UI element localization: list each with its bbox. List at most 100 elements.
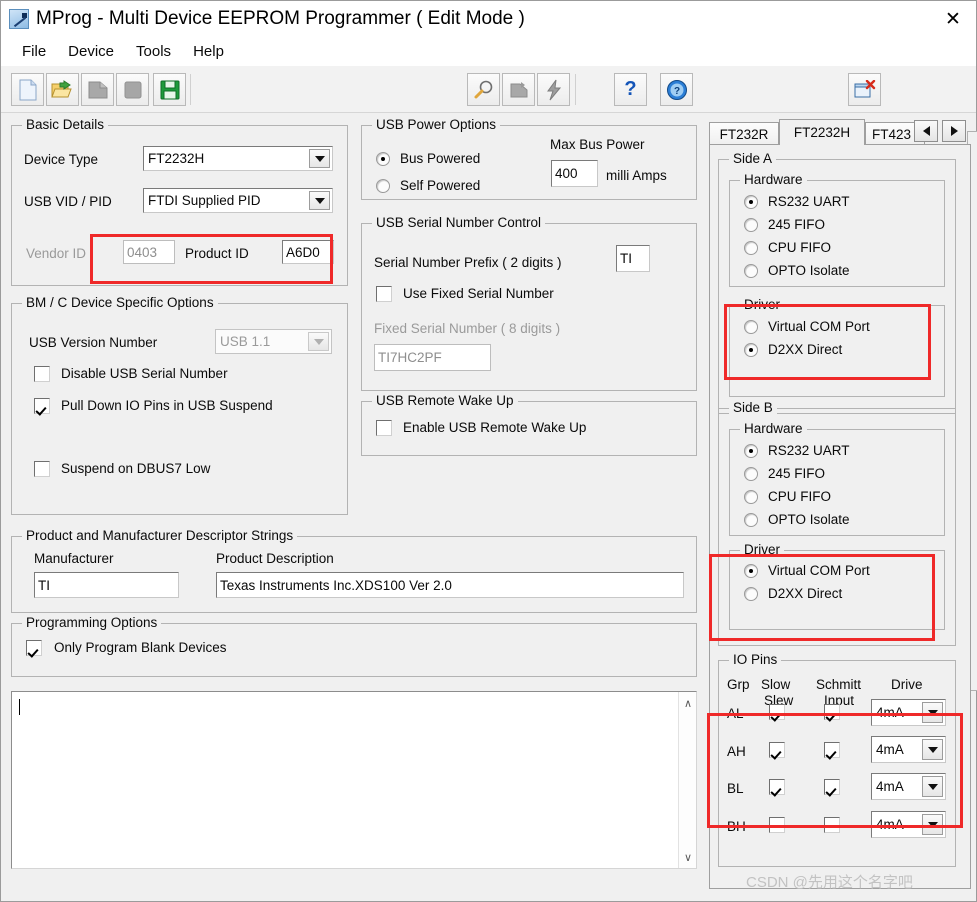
self-powered-radio[interactable] — [376, 179, 390, 193]
descriptor-strings-group: Product and Manufacturer Descriptor Stri… — [11, 528, 697, 613]
bus-powered-radio[interactable] — [376, 152, 390, 166]
save-disk-icon[interactable] — [153, 73, 186, 106]
vendor-id-label: Vendor ID — [26, 246, 87, 261]
tab-scroll-right-button[interactable] — [942, 120, 966, 142]
side-a-group: Side A Hardware RS232 UART 245 FIFO CPU … — [718, 151, 956, 414]
io-pins-row-al-schmitt-checkbox[interactable] — [824, 704, 840, 720]
tab-scroll-left-button[interactable] — [914, 120, 938, 142]
side-a-hw-rs232-radio[interactable] — [744, 195, 758, 209]
product-id-field[interactable]: A6D0 — [282, 240, 334, 264]
programming-options-group: Programming Options Only Program Blank D… — [11, 615, 697, 677]
fixed-serial-field[interactable]: TI7HC2PF — [374, 344, 491, 371]
save-as-glyph — [82, 74, 113, 105]
io-pins-row-bh-slow-slew-checkbox[interactable] — [769, 817, 785, 833]
chevron-down-icon[interactable] — [922, 776, 943, 797]
log-output-textarea[interactable]: ∧ ∨ — [11, 691, 697, 869]
help-question-icon[interactable]: ? — [614, 73, 647, 106]
io-pins-row-bl-drive-combo[interactable]: 4mA — [871, 773, 946, 800]
basic-details-title: Basic Details — [22, 117, 109, 132]
menu-item-device[interactable]: Device — [57, 41, 125, 62]
enable-remote-wakeup-checkbox[interactable] — [376, 420, 392, 436]
pull-down-io-checkbox[interactable] — [34, 398, 50, 414]
io-pins-row-ah-schmitt-checkbox[interactable] — [824, 742, 840, 758]
io-pins-row-ah-slow-slew-checkbox[interactable] — [769, 742, 785, 758]
io-pins-row-ah-drive-combo[interactable]: 4mA — [871, 736, 946, 763]
device-type-combo[interactable]: FT2232H — [143, 146, 333, 171]
side-a-hw-245fifo-radio[interactable] — [744, 218, 758, 232]
stop-icon[interactable] — [116, 73, 149, 106]
chevron-down-icon[interactable] — [309, 149, 330, 168]
io-pins-title: IO Pins — [729, 652, 782, 667]
menu-item-help[interactable]: Help — [182, 41, 235, 62]
chevron-down-icon[interactable] — [922, 702, 943, 723]
side-b-driver-vcp-radio[interactable] — [744, 564, 758, 578]
product-description-field[interactable]: Texas Instruments Inc.XDS100 Ver 2.0 — [216, 572, 684, 598]
menu-item-file[interactable]: File — [11, 41, 57, 62]
max-bus-power-field[interactable]: 400 — [551, 160, 598, 187]
enable-remote-wakeup-label: Enable USB Remote Wake Up — [403, 420, 587, 435]
io-pins-row-al-slow-slew-checkbox[interactable] — [769, 704, 785, 720]
tab-ft2232h[interactable]: FT2232H — [779, 119, 865, 145]
use-fixed-serial-checkbox[interactable] — [376, 286, 392, 302]
side-a-driver-vcp-radio[interactable] — [744, 320, 758, 334]
close-icon[interactable]: ✕ — [930, 1, 976, 37]
scroll-down-icon[interactable]: ∨ — [679, 848, 697, 866]
vendor-id-field[interactable]: 0403 — [123, 240, 175, 264]
product-id-label: Product ID — [185, 246, 249, 261]
side-b-driver-d2xx-radio[interactable] — [744, 587, 758, 601]
side-a-hardware-group: Hardware RS232 UART 245 FIFO CPU FIFO OP… — [729, 172, 945, 287]
tab-ft232r[interactable]: FT232R — [709, 122, 779, 145]
max-bus-power-label: Max Bus Power — [550, 137, 645, 152]
chevron-down-icon[interactable] — [922, 814, 943, 835]
manufacturer-field[interactable]: TI — [34, 572, 179, 598]
erase-glyph — [503, 74, 534, 105]
side-a-hw-cpufifo-radio[interactable] — [744, 241, 758, 255]
serial-prefix-field[interactable]: TI — [616, 245, 650, 272]
usb-vid-pid-value: FTDI Supplied PID — [148, 193, 261, 208]
io-pins-header-slow-slew-line1: Slow — [761, 677, 791, 692]
usb-version-combo[interactable]: USB 1.1 — [215, 329, 332, 354]
io-pins-row-al-drive-combo[interactable]: 4mA — [871, 699, 946, 726]
side-b-hw-245fifo-radio[interactable] — [744, 467, 758, 481]
side-b-hw-rs232-radio[interactable] — [744, 444, 758, 458]
about-info-icon[interactable]: ? — [660, 73, 693, 106]
menu-item-tools[interactable]: Tools — [125, 41, 182, 62]
product-description-value: Texas Instruments Inc.XDS100 Ver 2.0 — [220, 577, 452, 593]
disable-usb-serial-checkbox[interactable] — [34, 366, 50, 382]
side-a-hw-rs232-label: RS232 UART — [768, 194, 850, 209]
save-as-icon[interactable] — [81, 73, 114, 106]
side-b-hw-rs232-label: RS232 UART — [768, 443, 850, 458]
usb-version-value: USB 1.1 — [220, 334, 271, 349]
io-pins-row-bl-slow-slew-checkbox[interactable] — [769, 779, 785, 795]
chevron-down-icon[interactable] — [309, 191, 330, 210]
io-pins-row-bh-drive-combo[interactable]: 4mA — [871, 811, 946, 838]
vendor-id-value: 0403 — [127, 244, 158, 260]
side-a-driver-d2xx-radio[interactable] — [744, 343, 758, 357]
new-icon[interactable] — [11, 73, 44, 106]
close-window-icon[interactable] — [848, 73, 881, 106]
chevron-down-icon[interactable] — [922, 739, 943, 760]
side-a-title: Side A — [729, 151, 777, 166]
side-a-driver-d2xx-label: D2XX Direct — [768, 342, 843, 357]
chevron-down-icon[interactable] — [308, 332, 329, 351]
program-lightning-icon[interactable] — [537, 73, 570, 106]
side-a-hw-opto-radio[interactable] — [744, 264, 758, 278]
device-tabs: FT232R FT2232H FT423 — [709, 119, 973, 145]
open-folder-icon[interactable] — [46, 73, 79, 106]
side-b-hw-cpufifo-label: CPU FIFO — [768, 489, 831, 504]
scan-magnifier-icon[interactable] — [467, 73, 500, 106]
side-b-hw-cpufifo-radio[interactable] — [744, 490, 758, 504]
use-fixed-serial-label: Use Fixed Serial Number — [403, 286, 554, 301]
io-pins-row-bh-schmitt-checkbox[interactable] — [824, 817, 840, 833]
usb-vid-pid-combo[interactable]: FTDI Supplied PID — [143, 188, 333, 213]
erase-icon[interactable] — [502, 73, 535, 106]
manufacturer-label: Manufacturer — [34, 551, 114, 566]
only-program-blank-checkbox[interactable] — [26, 640, 42, 656]
io-pins-row-ah-drive-value: 4mA — [876, 742, 904, 757]
log-scrollbar[interactable]: ∧ ∨ — [678, 692, 696, 868]
io-pins-row-bl-schmitt-checkbox[interactable] — [824, 779, 840, 795]
usb-version-label: USB Version Number — [29, 335, 158, 350]
side-b-hw-opto-radio[interactable] — [744, 513, 758, 527]
scroll-up-icon[interactable]: ∧ — [679, 694, 697, 712]
suspend-dbus7-checkbox[interactable] — [34, 461, 50, 477]
